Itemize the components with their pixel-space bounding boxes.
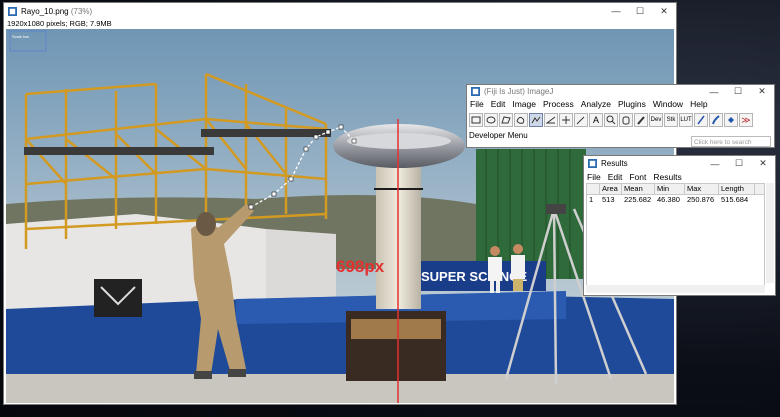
close-button[interactable]: ✕ bbox=[652, 3, 676, 19]
minimize-button[interactable]: — bbox=[604, 3, 628, 19]
fiji-main-window[interactable]: (Fiji Is Just) ImageJ — ☐ ✕ File Edit Im… bbox=[466, 84, 775, 148]
menu-file[interactable]: File bbox=[587, 172, 601, 182]
results-title: Results bbox=[601, 159, 628, 168]
dropper-tool-icon[interactable] bbox=[634, 113, 648, 127]
polygon-tool-icon[interactable] bbox=[499, 113, 513, 127]
developer-tool-icon[interactable]: Dev bbox=[649, 113, 663, 127]
image-window[interactable]: Rayo_10.png (73%) — ☐ ✕ 1920x1080 pixels… bbox=[3, 2, 677, 405]
more-tools-icon[interactable]: ≫ bbox=[739, 113, 753, 127]
image-window-title: Rayo_10.png (73%) bbox=[21, 6, 93, 16]
image-window-titlebar[interactable]: Rayo_10.png (73%) — ☐ ✕ bbox=[4, 3, 676, 19]
menu-help[interactable]: Help bbox=[690, 99, 707, 109]
oval-tool-icon[interactable] bbox=[484, 113, 498, 127]
maximize-button[interactable]: ☐ bbox=[628, 3, 652, 19]
menu-edit[interactable]: Edit bbox=[608, 172, 623, 182]
column-header-area[interactable]: Area bbox=[600, 184, 622, 194]
flood-fill-tool-icon[interactable] bbox=[724, 113, 738, 127]
brush-tool-icon[interactable] bbox=[709, 113, 723, 127]
platform bbox=[24, 147, 214, 155]
fiji-titlebar[interactable]: (Fiji Is Just) ImageJ — ☐ ✕ bbox=[467, 85, 774, 98]
image-info: 1920x1080 pixels; RGB; 7.9MB bbox=[7, 19, 112, 28]
angle-tool-icon[interactable] bbox=[544, 113, 558, 127]
menu-file[interactable]: File bbox=[470, 99, 484, 109]
table-cell: 250.876 bbox=[687, 195, 715, 204]
scroll-tool-icon[interactable] bbox=[619, 113, 633, 127]
toolbar: A Dev Stk LUT ≫ bbox=[467, 110, 774, 128]
menu-plugins[interactable]: Plugins bbox=[618, 99, 646, 109]
column-header[interactable] bbox=[587, 184, 600, 194]
lut-tool-icon[interactable]: LUT bbox=[679, 113, 693, 127]
table-cell: 515.684 bbox=[721, 195, 749, 204]
minimize-button[interactable]: — bbox=[702, 85, 726, 98]
menu-image[interactable]: Image bbox=[512, 99, 536, 109]
vertical-scrollbar[interactable] bbox=[766, 183, 774, 283]
table-cell: 513 bbox=[602, 195, 615, 204]
fiji-title: (Fiji Is Just) ImageJ bbox=[484, 87, 554, 96]
results-icon bbox=[588, 159, 597, 168]
generator-sign bbox=[94, 279, 142, 317]
column-header-max[interactable]: Max bbox=[685, 184, 719, 194]
maximize-button[interactable]: ☐ bbox=[726, 85, 750, 98]
search-input[interactable]: Click here to search bbox=[691, 136, 771, 147]
table-header: Area Mean Min Max Length bbox=[587, 184, 764, 195]
menu-results[interactable]: Results bbox=[653, 172, 681, 182]
wand-tool-icon[interactable] bbox=[574, 113, 588, 127]
magnifier-tool-icon[interactable] bbox=[604, 113, 618, 127]
fiji-menubar: File Edit Image Process Analyze Plugins … bbox=[467, 98, 774, 110]
column-header-mean[interactable]: Mean bbox=[622, 184, 655, 194]
column-header-min[interactable]: Min bbox=[655, 184, 685, 194]
ground bbox=[6, 374, 674, 403]
menu-analyze[interactable]: Analyze bbox=[581, 99, 611, 109]
menu-font[interactable]: Font bbox=[629, 172, 646, 182]
overlay-tag: Scale bar bbox=[12, 34, 30, 39]
results-window[interactable]: Results — ☐ ✕ File Edit Font Results Are… bbox=[583, 155, 776, 296]
results-menubar: File Edit Font Results bbox=[584, 171, 775, 183]
table-cell: 46.380 bbox=[657, 195, 680, 204]
menu-window[interactable]: Window bbox=[653, 99, 683, 109]
results-table[interactable]: Area Mean Min Max Length 1 513 225.682 4… bbox=[586, 183, 765, 293]
table-cell: 1 bbox=[589, 195, 594, 204]
results-titlebar[interactable]: Results — ☐ ✕ bbox=[584, 156, 775, 171]
text-tool-icon[interactable]: A bbox=[589, 113, 603, 127]
horizontal-scrollbar[interactable] bbox=[586, 285, 765, 293]
fiji-icon bbox=[471, 87, 480, 96]
menu-process[interactable]: Process bbox=[543, 99, 574, 109]
stack-tool-icon[interactable]: Stk bbox=[664, 113, 678, 127]
table-cell: 225.682 bbox=[624, 195, 652, 204]
close-button[interactable]: ✕ bbox=[750, 85, 774, 98]
close-button[interactable]: ✕ bbox=[751, 156, 775, 171]
freehand-tool-icon[interactable] bbox=[514, 113, 528, 127]
minimize-button[interactable]: — bbox=[703, 156, 727, 171]
imagej-icon bbox=[8, 6, 17, 16]
pencil-tool-icon[interactable] bbox=[694, 113, 708, 127]
menu-edit[interactable]: Edit bbox=[491, 99, 506, 109]
column-header-length[interactable]: Length bbox=[719, 184, 755, 194]
segmented-line-tool-icon[interactable] bbox=[529, 113, 543, 127]
table-row[interactable]: 1 513 225.682 46.380 250.876 515.684 bbox=[587, 195, 764, 205]
point-tool-icon[interactable] bbox=[559, 113, 573, 127]
rectangle-tool-icon[interactable] bbox=[469, 113, 483, 127]
maximize-button[interactable]: ☐ bbox=[727, 156, 751, 171]
measurement-label: 698px bbox=[336, 257, 385, 276]
